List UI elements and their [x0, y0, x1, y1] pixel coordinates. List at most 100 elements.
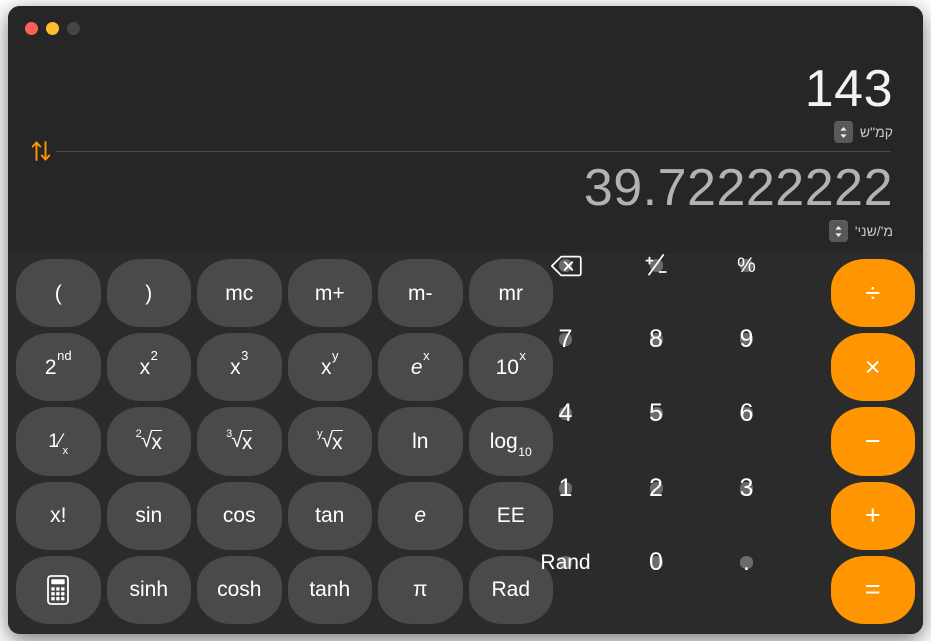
key-label: tan — [315, 504, 345, 528]
key-label: + — [864, 500, 881, 531]
key-label: 7 — [558, 325, 573, 354]
key-label: π — [413, 578, 428, 602]
key-sign-toggle[interactable] — [645, 253, 667, 276]
secondary-unit-stepper[interactable] — [828, 220, 848, 242]
primary-unit-stepper[interactable] — [833, 121, 853, 143]
primary-unit-label[interactable]: קמ"ש — [860, 124, 893, 140]
key-open-paren[interactable]: ( — [16, 259, 101, 328]
key-euler-e[interactable]: e — [378, 481, 463, 550]
key-digit-1[interactable]: 1 — [559, 475, 573, 500]
key-close-paren[interactable]: ) — [106, 259, 191, 328]
key-label: 8 — [649, 325, 663, 354]
key-label: 4 — [558, 399, 573, 428]
key-label: 1 — [558, 473, 573, 502]
key-reciprocal[interactable]: 1⁄x — [16, 407, 101, 476]
key-label: mr — [498, 281, 524, 305]
calculator-window: 1 4 3 קמ"ש 39.72222222 מ'/שני' () mc m+ m… — [8, 6, 923, 634]
key-e-power-x[interactable]: ex — [378, 333, 463, 402]
minimize-button[interactable] — [46, 22, 59, 35]
key-percent[interactable]: % — [737, 255, 756, 276]
key-m-plus[interactable]: m+ — [287, 259, 372, 328]
key-basic-calculator[interactable] — [16, 555, 101, 624]
key-ten-power-x[interactable]: 10x — [468, 333, 553, 402]
zoom-button — [67, 22, 80, 35]
key-label: 6 — [739, 399, 754, 428]
key-decimal[interactable]: . — [740, 549, 753, 574]
key-subtract[interactable]: − — [830, 407, 915, 476]
key-mr[interactable]: mr — [468, 259, 553, 328]
key-digit-7[interactable]: 7 — [559, 327, 573, 352]
key-label: ÷ — [865, 277, 881, 308]
key-equals[interactable]: = — [830, 555, 915, 624]
plus-minus-icon — [643, 253, 669, 279]
key-cos[interactable]: cos — [197, 481, 282, 550]
key-label: xy — [320, 348, 339, 379]
key-label: log10 — [489, 429, 532, 459]
key-mc[interactable]: mc — [197, 259, 282, 328]
key-digit-5[interactable]: 5 — [649, 401, 663, 426]
key-digit-9[interactable]: 9 — [740, 327, 754, 352]
key-label: ( — [54, 281, 62, 305]
key-label: % — [737, 254, 756, 277]
key-label: = — [864, 574, 881, 605]
close-button[interactable] — [25, 22, 38, 35]
key-square-root[interactable]: 2 √ x — [106, 407, 191, 476]
key-label: . — [743, 547, 750, 576]
keypad: () mc m+ m-mr% ÷ 2nd x2 x3 xy ex 10x 7 8 9 × 1⁄x 2 √ x 3 √ x y… — [8, 253, 923, 634]
key-sin[interactable]: sin — [106, 481, 191, 550]
key-ee[interactable]: EE — [468, 481, 553, 550]
key-label: 2 — [649, 473, 663, 502]
key-digit-6[interactable]: 6 — [740, 401, 754, 426]
key-label: tanh — [309, 578, 351, 602]
key-label: EE — [496, 504, 525, 528]
key-tan[interactable]: tan — [287, 481, 372, 550]
key-label: 0 — [649, 547, 663, 576]
key-log-base-10[interactable]: log10 — [468, 407, 553, 476]
key-label: − — [864, 425, 881, 456]
key-label: ln — [412, 429, 429, 453]
key-factorial[interactable]: x! — [16, 481, 101, 550]
key-digit-3[interactable]: 3 — [740, 475, 754, 500]
key-label: 10x — [495, 348, 526, 379]
key-label: m- — [408, 281, 433, 305]
secondary-field: 39.72222222 מ'/שני' — [8, 153, 907, 253]
key-label: 2 √ x — [135, 427, 162, 454]
key-label: cos — [222, 504, 256, 528]
calculator-icon — [47, 574, 70, 605]
key-digit-4[interactable]: 4 — [559, 401, 573, 426]
primary-unit-row: קמ"ש — [833, 121, 893, 143]
key-multiply[interactable]: × — [830, 333, 915, 402]
key-label: Rad — [491, 578, 531, 602]
key-digit-2[interactable]: 2 — [649, 475, 663, 500]
key-label: 3 √ x — [226, 427, 253, 454]
key-sinh[interactable]: sinh — [106, 555, 191, 624]
key-cube-root[interactable]: 3 √ x — [197, 407, 282, 476]
key-divide[interactable]: ÷ — [830, 259, 915, 328]
key-x-power-y[interactable]: xy — [287, 333, 372, 402]
key-natural-log[interactable]: ln — [378, 407, 463, 476]
secondary-value: 39.72222222 — [583, 159, 893, 217]
secondary-unit-label[interactable]: מ'/שני' — [855, 223, 893, 239]
key-cosh[interactable]: cosh — [197, 555, 282, 624]
key-label: e — [414, 504, 427, 528]
window-controls — [25, 22, 80, 35]
key-digit-0[interactable]: 0 — [649, 549, 663, 574]
key-label: x! — [50, 504, 67, 528]
key-label: sin — [135, 504, 163, 528]
key-label: × — [864, 351, 881, 382]
key-pi[interactable]: π — [378, 555, 463, 624]
key-add[interactable]: + — [830, 481, 915, 550]
key-x-cube[interactable]: x3 — [197, 333, 282, 402]
key-m-minus[interactable]: m- — [378, 259, 463, 328]
key-second[interactable]: 2nd — [16, 333, 101, 402]
backspace-icon — [550, 254, 582, 278]
key-label: x2 — [139, 348, 158, 379]
key-label: 5 — [649, 399, 663, 428]
key-rand[interactable]: Rand — [540, 552, 590, 573]
key-tanh[interactable]: tanh — [287, 555, 372, 624]
key-delete[interactable] — [550, 255, 582, 276]
key-digit-8[interactable]: 8 — [649, 327, 663, 352]
key-x-square[interactable]: x2 — [106, 333, 191, 402]
primary-field: 143 קמ"ש — [8, 50, 907, 151]
key-y-root[interactable]: y √ x — [287, 407, 372, 476]
